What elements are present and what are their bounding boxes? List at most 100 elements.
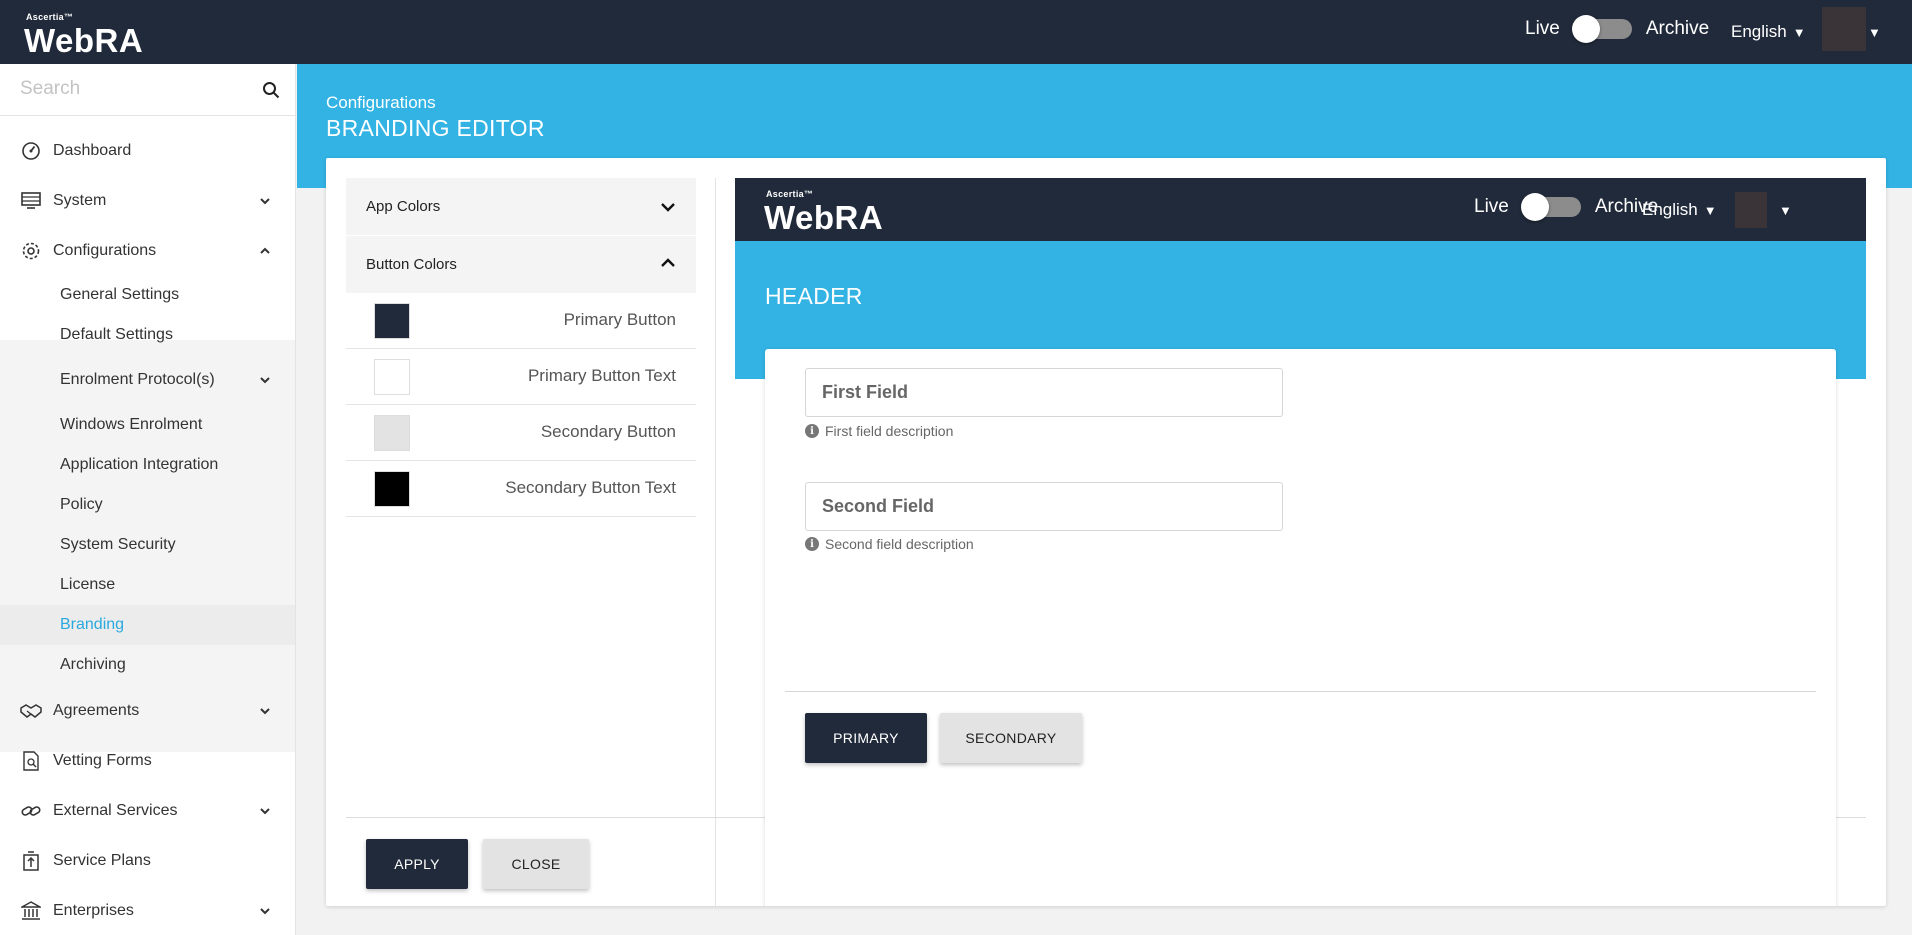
submenu-item-archiving[interactable]: Archiving <box>0 645 295 685</box>
sidebar-item-enterprises[interactable]: Enterprises <box>0 886 295 935</box>
chevron-up-icon <box>260 247 270 254</box>
live-label: Live <box>1474 196 1509 217</box>
first-field-description: i First field description <box>805 423 953 439</box>
sidebar-item-label: Vetting Forms <box>53 752 152 769</box>
brand-company: Ascertia™ <box>26 12 74 22</box>
bank-icon <box>20 900 42 922</box>
color-label: Primary Button <box>563 310 676 329</box>
archive-label: Archive <box>1645 18 1710 39</box>
sidebar-item-external-services[interactable]: External Services <box>0 786 295 836</box>
chevron-down-icon <box>260 808 270 815</box>
submenu-item-label: Enrolment Protocol(s) <box>60 371 215 388</box>
second-field-description: i Second field description <box>805 536 974 552</box>
chevron-down-icon <box>260 198 270 205</box>
submenu-item-application-integration[interactable]: Application Integration <box>0 445 295 485</box>
submenu-item-general-settings[interactable]: General Settings <box>0 275 295 315</box>
color-row-secondary-button: Secondary Button <box>346 405 696 461</box>
submenu-item-license[interactable]: License <box>0 565 295 605</box>
link-icon <box>20 800 42 822</box>
sidebar-item-label: System <box>53 192 107 209</box>
avatar[interactable] <box>1822 7 1866 51</box>
submenu-item-default-settings[interactable]: Default Settings <box>0 315 295 355</box>
live-archive-toggle[interactable] <box>1571 15 1632 43</box>
submenu-item-system-security[interactable]: System Security <box>0 525 295 565</box>
preview-avatar <box>1735 192 1767 228</box>
chevron-up-icon <box>661 258 675 267</box>
language-label: English <box>1642 200 1698 219</box>
color-swatch[interactable] <box>374 359 410 395</box>
sidebar-item-service-plans[interactable]: Service Plans <box>0 836 295 886</box>
color-swatch[interactable] <box>374 303 410 339</box>
sidebar-item-system[interactable]: System <box>0 176 295 226</box>
dashboard-icon <box>20 140 42 162</box>
system-icon <box>20 190 42 212</box>
submenu-item-windows-enrolment[interactable]: Windows Enrolment <box>0 405 295 445</box>
apply-button[interactable]: APPLY <box>366 839 468 889</box>
first-field-input[interactable]: First Field <box>805 368 1283 417</box>
search-input[interactable] <box>0 64 250 114</box>
color-swatch[interactable] <box>374 471 410 507</box>
preview-primary-button[interactable]: PRIMARY <box>805 713 927 763</box>
page-title: BRANDING EDITOR <box>326 115 545 141</box>
color-row-primary-button-text: Primary Button Text <box>346 349 696 405</box>
gear-icon <box>20 240 42 262</box>
handshake-icon <box>20 700 42 722</box>
language-label: English <box>1731 22 1787 41</box>
sidebar-item-vetting-forms[interactable]: Vetting Forms <box>0 736 295 786</box>
accordion-label: Button Colors <box>366 256 457 273</box>
color-label: Secondary Button <box>540 422 676 441</box>
submenu-item-enrolment-protocols[interactable]: Enrolment Protocol(s) <box>0 360 295 400</box>
submenu-item-branding[interactable]: Branding <box>0 605 295 645</box>
chevron-down-icon <box>661 203 675 212</box>
accordion-button-colors[interactable]: Button Colors <box>346 236 696 293</box>
sidebar-item-agreements[interactable]: Agreements <box>0 686 295 736</box>
search-icon[interactable] <box>262 81 280 99</box>
preview-toggle-group: Live Archive <box>1474 193 1658 221</box>
chevron-down-icon: ▼ <box>1703 202 1717 218</box>
toggle-knob <box>1571 15 1600 43</box>
brand-name: WebRA <box>24 22 144 59</box>
color-swatch[interactable] <box>374 415 410 451</box>
chevron-down-icon <box>260 908 270 915</box>
info-icon: i <box>805 424 819 438</box>
sidebar-item-dashboard[interactable]: Dashboard <box>0 126 295 176</box>
color-row-primary-button: Primary Button <box>346 293 696 349</box>
live-archive-toggle-group: Live Archive <box>1525 15 1710 43</box>
preview-top-bar: Ascertia™ WebRA Live Archive English ▼ ▼ <box>735 178 1866 241</box>
preview-user-menu-chevron-icon: ▼ <box>1779 203 1792 218</box>
preview-language-selector[interactable]: English ▼ <box>1642 200 1717 220</box>
accordion-app-colors[interactable]: App Colors <box>346 178 696 235</box>
color-label: Secondary Button Text <box>505 478 676 497</box>
sidebar-item-label: Dashboard <box>53 142 132 159</box>
toggle-knob <box>1520 193 1549 221</box>
color-label: Primary Button Text <box>527 366 676 385</box>
branding-editor-card: App Colors Button Colors Primary Button … <box>326 158 1886 906</box>
user-menu-chevron-icon[interactable]: ▼ <box>1868 25 1881 40</box>
description-text: Second field description <box>825 536 974 552</box>
vetting-icon <box>20 750 42 772</box>
preview-webra-logo: Ascertia™ WebRA <box>764 189 894 236</box>
preview-divider <box>785 691 1816 692</box>
service-plans-icon <box>20 850 42 872</box>
preview-header-title: HEADER <box>765 283 863 309</box>
sidebar-item-label: Enterprises <box>53 902 134 919</box>
sidebar-search <box>0 64 295 116</box>
top-bar: Ascertia™ WebRA Live Archive English ▼ ▼ <box>0 0 1912 64</box>
accordion-label: App Colors <box>366 198 441 215</box>
sidebar-item-label: External Services <box>53 802 178 819</box>
preview-secondary-button[interactable]: SECONDARY <box>940 713 1082 763</box>
close-button[interactable]: CLOSE <box>483 839 589 889</box>
color-row-secondary-button-text: Secondary Button Text <box>346 461 696 517</box>
webra-logo[interactable]: Ascertia™ WebRA <box>24 12 154 59</box>
chevron-down-icon <box>260 708 270 715</box>
sidebar: Dashboard System Configurations General … <box>0 64 296 935</box>
language-selector[interactable]: English ▼ <box>1731 22 1806 42</box>
brand-name: WebRA <box>764 199 884 236</box>
sidebar-item-label: Service Plans <box>53 852 151 869</box>
sidebar-item-configurations[interactable]: Configurations <box>0 226 295 276</box>
sidebar-item-label: Agreements <box>53 702 140 719</box>
panel-divider <box>715 178 716 906</box>
submenu-item-policy[interactable]: Policy <box>0 485 295 525</box>
second-field-input[interactable]: Second Field <box>805 482 1283 531</box>
preview-live-archive-toggle[interactable] <box>1520 193 1581 221</box>
